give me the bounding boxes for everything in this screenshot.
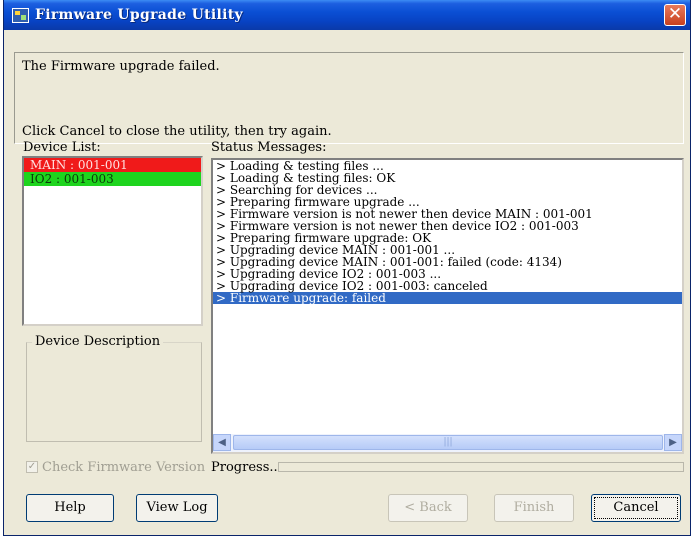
device-list-label: Device List: <box>23 140 101 155</box>
finish-button: Finish <box>494 494 574 522</box>
title-bar[interactable]: Firmware Upgrade Utility ✕ <box>4 0 690 30</box>
grip-icon: ||| <box>443 437 453 447</box>
back-button: < Back <box>388 494 468 522</box>
progress-bar <box>278 462 684 472</box>
status-messages-label: Status Messages: <box>211 140 327 155</box>
device-description-label: Device Description <box>32 334 164 349</box>
close-icon: ✕ <box>667 4 683 24</box>
status-messages-list: > Loading & testing files ... > Loading &… <box>213 160 682 304</box>
window-title: Firmware Upgrade Utility <box>35 7 243 23</box>
progress-label: Progress... <box>211 460 282 475</box>
device-description-group <box>26 342 202 442</box>
check-icon: ✓ <box>27 461 37 472</box>
cancel-button[interactable]: Cancel <box>591 494 681 522</box>
device-list-item[interactable]: IO2 : 001-003 <box>24 172 201 186</box>
scroll-right-button[interactable]: ▶ <box>664 434 682 451</box>
help-button[interactable]: Help <box>26 494 114 522</box>
arrow-left-icon: ◀ <box>218 437 226 448</box>
scroll-thumb[interactable]: ||| <box>233 435 663 450</box>
message-text: The Firmware upgrade failed. <box>22 59 220 74</box>
app-icon <box>12 8 29 23</box>
device-list-item[interactable]: MAIN : 001-001 <box>24 158 201 172</box>
horizontal-scrollbar[interactable]: ◀ ||| ▶ <box>213 434 682 452</box>
close-button[interactable]: ✕ <box>664 4 686 26</box>
device-list[interactable]: MAIN : 001-001 IO2 : 001-003 <box>22 156 203 326</box>
scroll-left-button[interactable]: ◀ <box>213 434 231 451</box>
instruction-text: Click Cancel to close the utility, then … <box>22 124 332 139</box>
check-firmware-checkbox: ✓ <box>26 461 38 473</box>
status-message-line[interactable]: > Firmware upgrade: failed <box>213 292 682 304</box>
arrow-right-icon: ▶ <box>669 437 677 448</box>
status-messages-box[interactable]: > Loading & testing files ... > Loading &… <box>211 158 684 454</box>
check-firmware-label: Check Firmware Version <box>42 460 206 475</box>
view-log-button[interactable]: View Log <box>136 494 218 522</box>
